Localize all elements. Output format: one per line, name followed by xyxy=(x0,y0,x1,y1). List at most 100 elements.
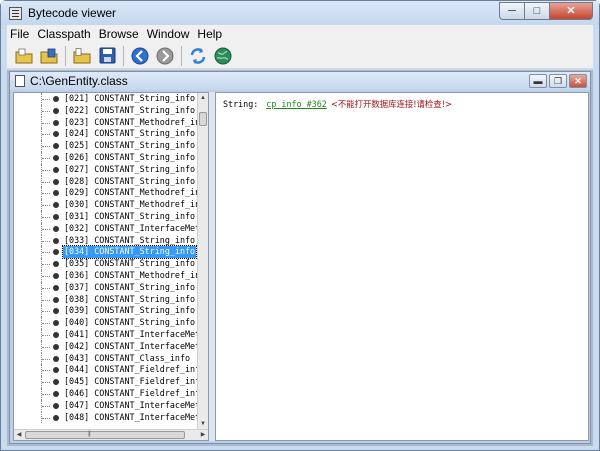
child-close-button[interactable]: ✕ xyxy=(569,74,587,88)
mdi-workspace: C:\GenEntity.class ▬ ❐ ✕ [021] CONSTANT_… xyxy=(7,70,593,446)
tree-item[interactable]: [022] CONSTANT_String_info xyxy=(14,104,198,117)
menu-browse[interactable]: Browse xyxy=(96,27,144,41)
tree-item[interactable]: [030] CONSTANT_Methodref_info xyxy=(14,199,198,211)
tree-item-label: [028] CONSTANT_String_info xyxy=(64,175,196,186)
menu-classpath[interactable]: Classpath xyxy=(34,27,95,41)
tree-item-label: [039] CONSTANT_String_info xyxy=(64,305,196,316)
menu-file[interactable]: File xyxy=(7,27,34,41)
tree-branch-line xyxy=(42,252,50,254)
tree-item-label: [045] CONSTANT_Fieldref_info xyxy=(64,376,198,387)
tree-item[interactable]: [045] CONSTANT_Fieldref_info xyxy=(14,376,198,388)
title-bar[interactable]: Bytecode viewer ─ □ ✕ xyxy=(1,1,599,25)
maximize-button[interactable]: □ xyxy=(525,2,550,20)
back-button[interactable] xyxy=(129,45,151,67)
tree-item-label: [034] CONSTANT_String_info xyxy=(61,245,198,260)
tree-item-label: [033] CONSTANT_String_info xyxy=(64,234,196,245)
detail-pane: String: cp_info #362 <不能打开数据库连接!请检查!> xyxy=(215,92,589,441)
constant-pool-tree[interactable]: [021] CONSTANT_String_info [022] CONSTANT… xyxy=(14,93,198,429)
tree-leaf-bullet-icon xyxy=(53,355,59,362)
tree-leaf-bullet-icon xyxy=(53,178,59,185)
tree-vertical-scroll-thumb[interactable] xyxy=(199,112,207,126)
cp-info-link[interactable]: cp_info #362 xyxy=(266,99,327,109)
tree-item[interactable]: [028] CONSTANT_String_info xyxy=(14,175,198,188)
scroll-right-arrow-icon[interactable]: ▶ xyxy=(198,430,208,440)
tree-item-label: [024] CONSTANT_String_info xyxy=(64,128,196,139)
toolbar-separator xyxy=(181,45,182,66)
tree-item[interactable]: [023] CONSTANT_Methodref_info xyxy=(14,116,198,129)
tree-branch-line xyxy=(42,181,50,183)
tree-item-label: [044] CONSTANT_Fieldref_info xyxy=(64,364,198,375)
window-controls: ─ □ ✕ xyxy=(499,2,593,20)
tree-item[interactable]: [032] CONSTANT_InterfaceMetho xyxy=(14,222,198,235)
tree-item[interactable]: [025] CONSTANT_String_info xyxy=(14,140,198,152)
tree-item[interactable]: [035] CONSTANT_String_info xyxy=(14,258,198,270)
tree-item-label: [042] CONSTANT_InterfaceMetho xyxy=(64,340,198,351)
forward-icon xyxy=(156,47,174,64)
minimize-button[interactable]: ─ xyxy=(499,2,525,20)
child-restore-button[interactable]: ❐ xyxy=(549,74,567,88)
open-folder-button[interactable] xyxy=(13,45,35,67)
menu-window[interactable]: Window xyxy=(144,27,195,41)
forward-button[interactable] xyxy=(154,45,176,67)
tree-item[interactable]: [041] CONSTANT_InterfaceMetho xyxy=(14,328,198,341)
tree-item[interactable]: [033] CONSTANT_String_info xyxy=(14,234,198,247)
tree-item[interactable]: [047] CONSTANT_InterfaceMetho xyxy=(14,399,198,412)
child-window-controls: ▬ ❐ ✕ xyxy=(527,74,587,88)
app-icon xyxy=(9,7,22,20)
close-button[interactable]: ✕ xyxy=(550,2,593,20)
tree-horizontal-scroll-thumb[interactable] xyxy=(25,431,185,439)
tree-item[interactable]: [038] CONSTANT_String_info xyxy=(14,293,198,306)
tree-item[interactable]: [036] CONSTANT_Methodref_info xyxy=(14,269,198,282)
tree-branch-line xyxy=(42,405,50,407)
tree-item-label: [023] CONSTANT_Methodref_info xyxy=(64,116,198,127)
tree-item[interactable]: [046] CONSTANT_Fieldref_info xyxy=(14,387,198,400)
tree-leaf-bullet-icon xyxy=(53,320,59,327)
tree-branch-line xyxy=(42,358,50,360)
tree-item[interactable]: [034] CONSTANT_String_info xyxy=(14,245,198,260)
tree-item[interactable]: [039] CONSTANT_String_info xyxy=(14,305,198,318)
tree-leaf-bullet-icon xyxy=(53,143,59,150)
tree-item[interactable]: [024] CONSTANT_String_info xyxy=(14,128,198,141)
tree-branch-line xyxy=(42,275,50,277)
class-file-title-bar[interactable]: C:\GenEntity.class ▬ ❐ ✕ xyxy=(10,72,590,90)
tree-item[interactable]: [037] CONSTANT_String_info xyxy=(14,281,198,294)
tree-item[interactable]: [040] CONSTANT_String_info xyxy=(14,317,198,329)
refresh-button[interactable] xyxy=(187,45,209,67)
tree-branch-line xyxy=(42,299,50,301)
tree-leaf-bullet-icon xyxy=(53,119,59,126)
scroll-down-arrow-icon[interactable]: ▼ xyxy=(198,419,208,429)
menu-bar: File Classpath Browse Window Help xyxy=(7,25,593,43)
tree-item-label: [048] CONSTANT_InterfaceMetho xyxy=(64,411,198,422)
tree-branch-line xyxy=(42,417,50,419)
open-archive-button[interactable] xyxy=(38,45,60,67)
tree-item[interactable]: [026] CONSTANT_String_info xyxy=(14,151,198,164)
tree-item[interactable]: [042] CONSTANT_InterfaceMetho xyxy=(14,340,198,353)
tree-item[interactable]: [048] CONSTANT_InterfaceMetho xyxy=(14,411,198,424)
constant-pool-tree-pane: [021] CONSTANT_String_info [022] CONSTANT… xyxy=(13,92,209,441)
tree-horizontal-scrollbar[interactable]: ◀ ||| ▶ xyxy=(14,429,208,440)
class-file-window: C:\GenEntity.class ▬ ❐ ✕ [021] CONSTANT_… xyxy=(9,71,591,444)
tree-item-label: [027] CONSTANT_String_info xyxy=(64,163,196,174)
detail-kind: String: xyxy=(223,99,259,109)
tree-item[interactable]: [029] CONSTANT_Methodref_info xyxy=(14,187,198,200)
tree-vertical-scrollbar[interactable]: ▲ ▼ xyxy=(197,93,208,429)
scroll-left-arrow-icon[interactable]: ◀ xyxy=(14,430,24,440)
tree-item-label: [025] CONSTANT_String_info xyxy=(64,140,196,151)
tree-item[interactable]: [027] CONSTANT_String_info xyxy=(14,163,198,176)
tree-branch-line xyxy=(42,393,50,395)
save-button[interactable] xyxy=(96,45,118,67)
tree-item[interactable]: [031] CONSTANT_String_info xyxy=(14,210,198,223)
tree-item-label: [021] CONSTANT_String_info xyxy=(64,93,196,103)
save-icon xyxy=(99,47,115,64)
string-value: <不能打开数据库连接!请检查!> xyxy=(330,99,453,109)
tree-item[interactable]: [044] CONSTANT_Fieldref_info xyxy=(14,364,198,377)
scroll-up-arrow-icon[interactable]: ▲ xyxy=(198,93,208,103)
menu-help[interactable]: Help xyxy=(194,27,227,41)
open-file-button[interactable] xyxy=(71,45,93,67)
tree-item[interactable]: [021] CONSTANT_String_info xyxy=(14,93,198,105)
tree-item[interactable]: [043] CONSTANT_Class_info xyxy=(14,352,198,365)
globe-icon xyxy=(214,47,232,64)
child-minimize-button[interactable]: ▬ xyxy=(529,74,547,88)
tree-leaf-bullet-icon xyxy=(53,249,59,256)
globe-button[interactable] xyxy=(212,45,234,67)
